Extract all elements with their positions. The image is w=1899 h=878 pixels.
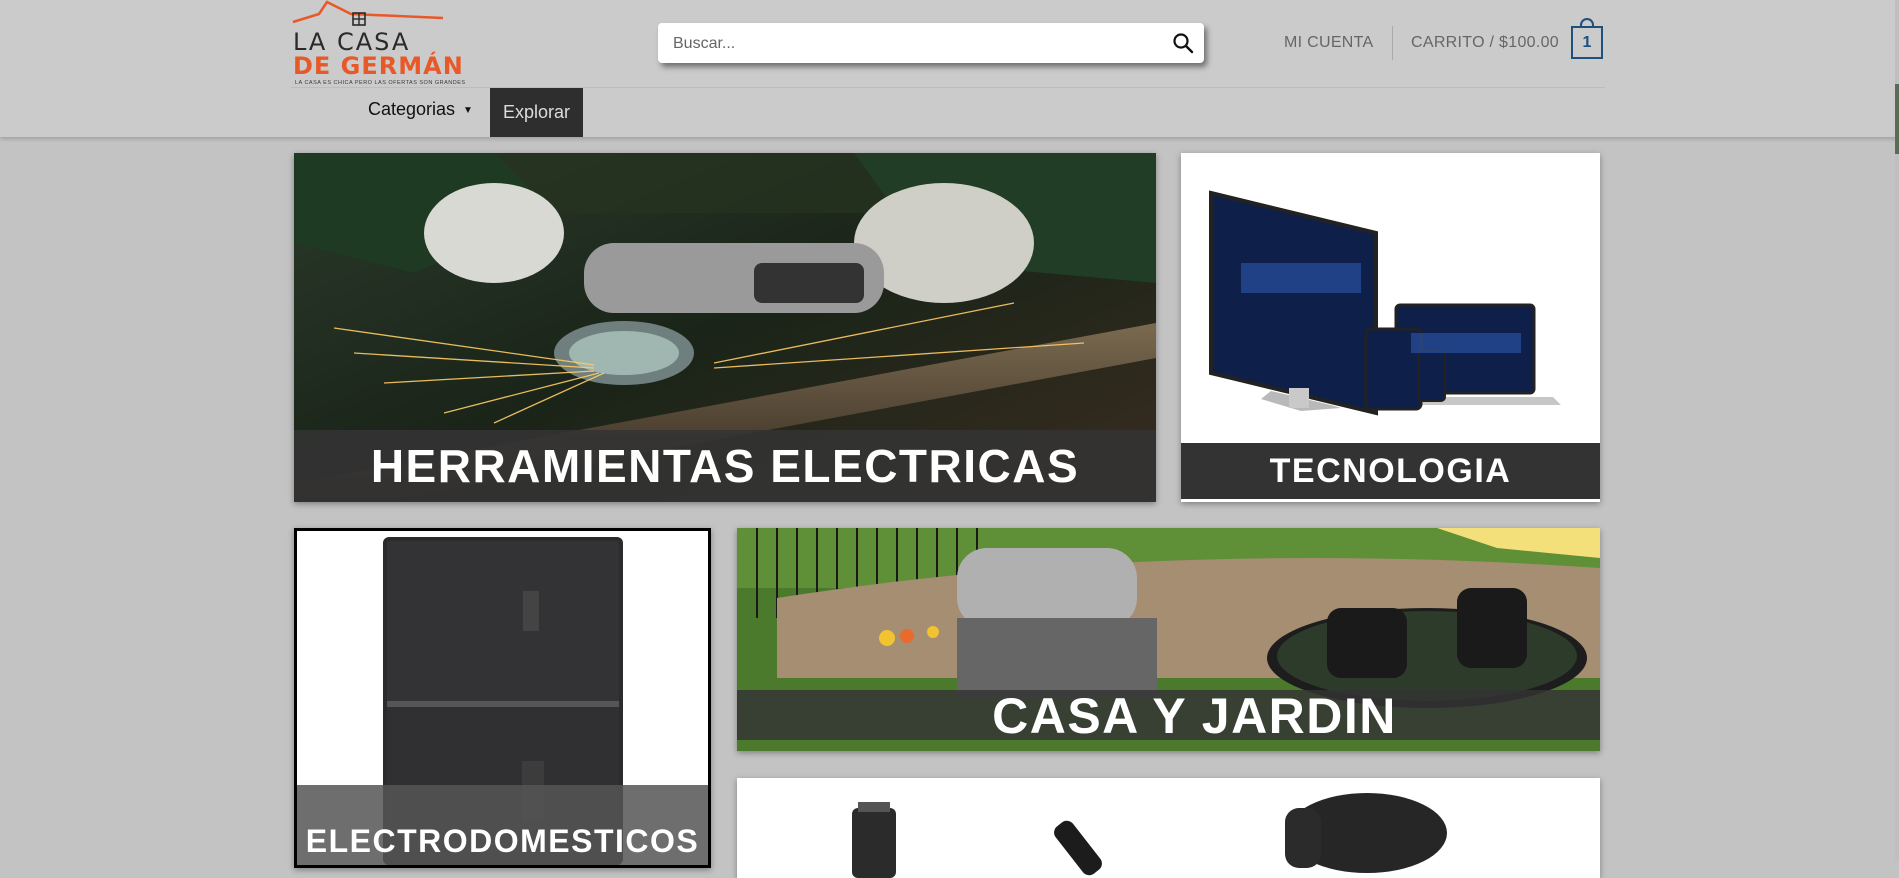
- nav-categories[interactable]: Categorias ▼: [368, 99, 473, 125]
- search-icon[interactable]: [1172, 32, 1194, 54]
- header-divider: [1392, 26, 1393, 60]
- logo-line2: DE GERMÁN: [293, 52, 464, 80]
- search-input[interactable]: [671, 23, 1155, 65]
- category-label: ELECTRODOMESTICOS: [305, 823, 700, 859]
- category-card-personal-care[interactable]: [737, 778, 1600, 878]
- search-box: [658, 23, 1204, 65]
- nav-categories-label: Categorias: [368, 99, 456, 119]
- personal-care-image: [737, 778, 1600, 878]
- category-card-home-garden[interactable]: CASA Y JARDIN: [737, 528, 1600, 751]
- category-card-power-tools[interactable]: HERRAMIENTAS ELECTRICAS: [294, 153, 1156, 502]
- category-label: TECNOLOGIA: [1269, 452, 1512, 490]
- site-logo[interactable]: LA CASA DE GERMÁN LA CASA ES CHICA PERO …: [291, 0, 466, 88]
- technology-devices-image: [1181, 153, 1600, 502]
- caret-down-icon: ▼: [463, 105, 473, 116]
- house-roof-icon: [292, 0, 444, 26]
- scrollbar[interactable]: [1895, 0, 1899, 861]
- nav-explore[interactable]: Explorar: [490, 88, 583, 137]
- logo-tagline: LA CASA ES CHICA PERO LAS OFERTAS SON GR…: [295, 80, 466, 86]
- scrollbar-thumb[interactable]: [1895, 84, 1899, 154]
- category-card-technology[interactable]: TECNOLOGIA: [1181, 153, 1600, 502]
- shopping-bag-icon[interactable]: 1: [1571, 26, 1603, 59]
- cart-count: 1: [1582, 33, 1592, 51]
- site-header: LA CASA DE GERMÁN LA CASA ES CHICA PERO …: [0, 0, 1899, 137]
- my-account-link[interactable]: MI CUENTA: [1284, 34, 1374, 52]
- cart-link[interactable]: CARRITO / $100.00: [1411, 34, 1559, 52]
- refrigerator-image: [297, 531, 708, 865]
- category-card-appliances[interactable]: ELECTRODOMESTICOS: [294, 528, 711, 868]
- header-divider-line: [291, 87, 1605, 88]
- nav-explore-label: Explorar: [502, 102, 571, 122]
- category-label: HERRAMIENTAS ELECTRICAS: [370, 440, 1080, 492]
- category-label: CASA Y JARDIN: [992, 688, 1397, 744]
